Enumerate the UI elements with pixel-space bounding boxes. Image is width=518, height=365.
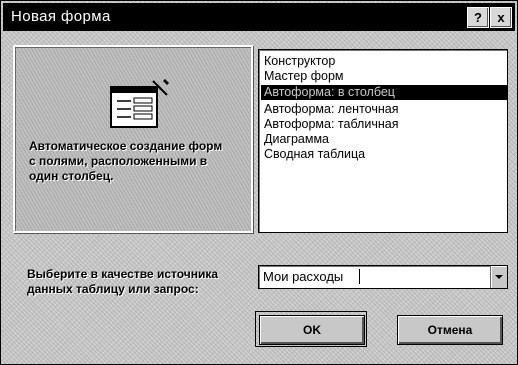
- ok-button[interactable]: OK: [259, 315, 365, 345]
- text-cursor: [359, 269, 360, 284]
- preview-description: Автоматическое создание форм с полями, р…: [29, 139, 223, 183]
- form-icon: [110, 79, 169, 128]
- list-item-selected[interactable]: Автоформа: в столбец: [261, 85, 508, 100]
- source-value[interactable]: Мои расходы: [263, 269, 343, 285]
- list-item[interactable]: Мастер форм: [261, 69, 508, 84]
- source-combobox[interactable]: Мои расходы: [258, 265, 508, 289]
- chevron-down-icon[interactable]: [490, 266, 507, 288]
- cancel-button[interactable]: Отмена: [397, 315, 503, 345]
- source-label: Выберите в качестве источника данных таб…: [27, 267, 219, 296]
- list-item[interactable]: Сводная таблица: [261, 147, 508, 162]
- preview-panel: Автоматическое создание форм с полями, р…: [13, 45, 253, 233]
- close-icon[interactable]: x: [490, 7, 512, 28]
- window-title: Новая форма: [11, 8, 111, 25]
- list-item[interactable]: Конструктор: [261, 54, 508, 69]
- list-item[interactable]: Автоформа: ленточная: [261, 102, 508, 117]
- form-type-list[interactable]: Конструктор Мастер форм Автоформа: в сто…: [258, 49, 508, 233]
- list-item[interactable]: Автоформа: табличная: [261, 117, 508, 132]
- title-bar: Новая форма ? x: [3, 3, 515, 31]
- new-form-dialog: Новая форма ? x Автоматическое создание …: [0, 0, 518, 365]
- help-icon[interactable]: ?: [467, 7, 489, 28]
- list-item[interactable]: Диаграмма: [261, 132, 508, 147]
